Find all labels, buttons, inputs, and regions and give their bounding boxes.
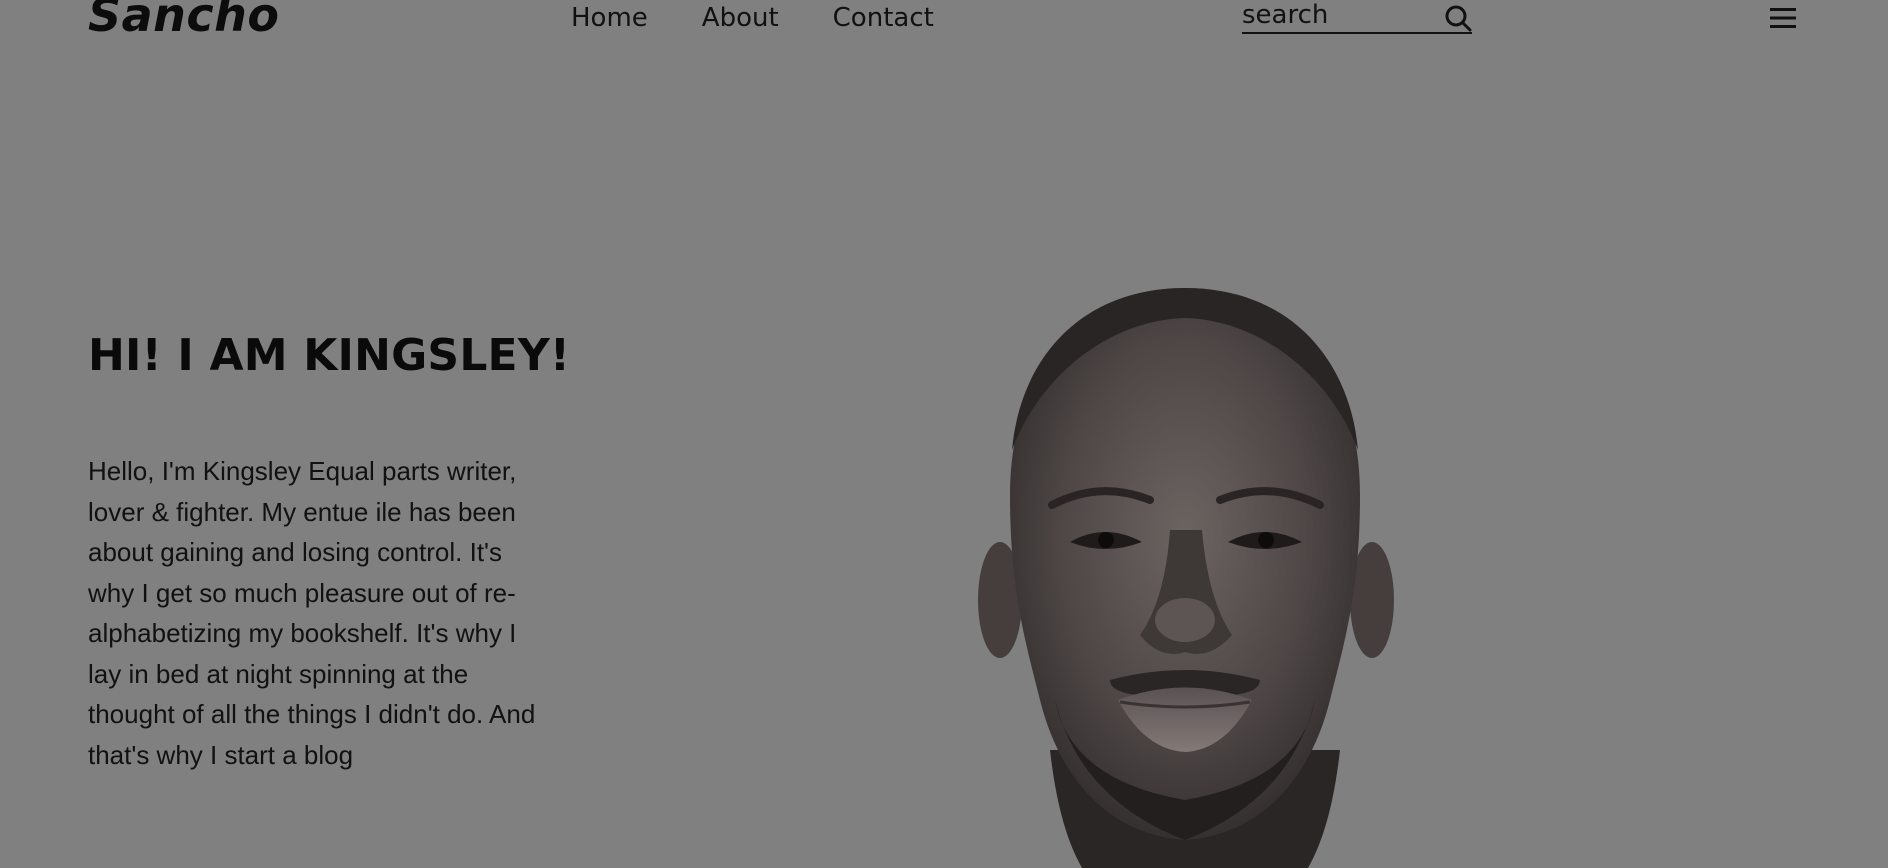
nav-about-link[interactable]: About — [702, 2, 779, 34]
main-nav: Home About Contact — [571, 2, 934, 34]
hamburger-menu-icon[interactable] — [1770, 6, 1796, 30]
hero-paragraph: Hello, I'm Kingsley Equal parts writer, … — [88, 456, 536, 770]
hero-title: HI! I AM KINGSLEY! — [88, 330, 571, 381]
nav-home-link[interactable]: Home — [571, 2, 648, 34]
site-logo[interactable]: Sancho — [88, 0, 280, 43]
page: Sancho Home About Contact HI! I AM KINGS… — [0, 0, 1888, 868]
search-bar — [1242, 0, 1472, 34]
search-input[interactable] — [1242, 0, 1432, 30]
nav-contact-link[interactable]: Contact — [833, 2, 934, 34]
search-icon[interactable] — [1444, 4, 1472, 32]
portrait-photo — [978, 288, 1394, 868]
